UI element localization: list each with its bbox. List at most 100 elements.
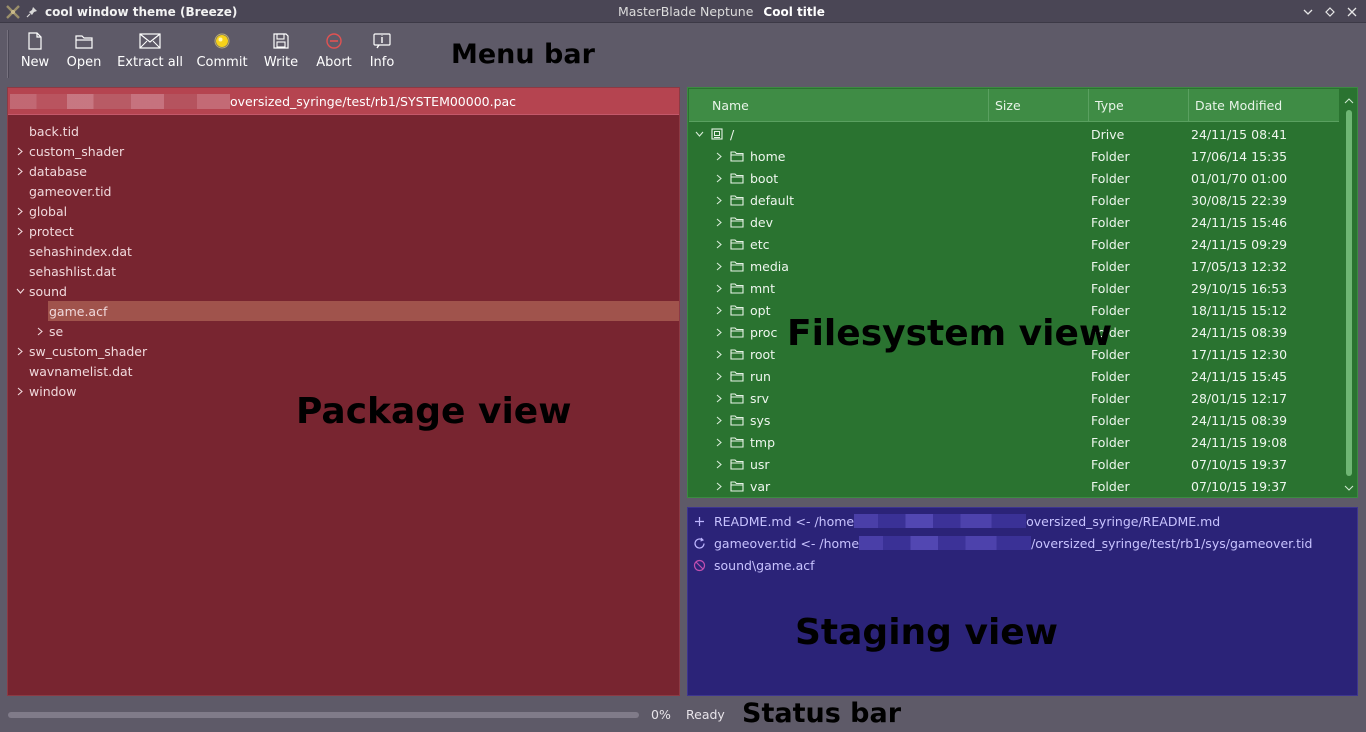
new-button[interactable]: New (20, 30, 50, 76)
chevron-right-icon[interactable] (714, 459, 724, 469)
fs-row[interactable]: boot Folder 01/01/70 01:00 (689, 167, 1339, 189)
folder-icon (730, 238, 744, 250)
scroll-up-icon[interactable] (1344, 92, 1354, 107)
staging-item-add[interactable]: README.md <- /home oversized_syringe/REA… (688, 510, 1357, 532)
pin-icon[interactable] (26, 6, 38, 18)
tree-item[interactable]: se (8, 321, 679, 341)
chevron-right-icon[interactable] (15, 386, 25, 396)
folder-open-icon (73, 30, 95, 52)
fs-row-type: Folder (1091, 192, 1130, 208)
tree-item[interactable]: gameover.tid (8, 181, 679, 201)
open-button[interactable]: Open (66, 30, 102, 76)
fs-row[interactable]: tmp Folder 24/11/15 19:08 (689, 431, 1339, 453)
chevron-right-icon[interactable] (35, 326, 45, 336)
folder-icon (730, 194, 744, 206)
chevron-right-icon[interactable] (15, 226, 25, 236)
fs-row-name: mnt (750, 280, 775, 296)
info-button[interactable]: Info (368, 30, 396, 76)
commit-button[interactable]: Commit (196, 30, 248, 76)
chevron-right-icon[interactable] (714, 283, 724, 293)
fs-row-type: Folder (1091, 456, 1130, 472)
fs-row-name: tmp (750, 434, 776, 450)
fs-row-name: boot (750, 170, 779, 186)
tree-item[interactable]: sw_custom_shader (8, 341, 679, 361)
scroll-down-icon[interactable] (1344, 479, 1354, 494)
tree-item-selected[interactable]: game.acf (8, 301, 679, 321)
toolbar-grip[interactable] (7, 30, 9, 78)
fs-row-name: root (750, 346, 776, 362)
close-button[interactable] (1346, 6, 1358, 18)
chevron-right-icon[interactable] (714, 261, 724, 271)
chevron-right-icon[interactable] (15, 166, 25, 176)
chevron-right-icon[interactable] (15, 146, 25, 156)
folder-icon (730, 458, 744, 470)
chevron-right-icon[interactable] (714, 173, 724, 183)
tree-item[interactable]: global (8, 201, 679, 221)
column-header-type[interactable]: Type (1089, 88, 1189, 122)
tree-item[interactable]: protect (8, 221, 679, 241)
column-header-name[interactable]: Name (689, 88, 989, 122)
fs-row[interactable]: etc Folder 24/11/15 09:29 (689, 233, 1339, 255)
extract-all-button[interactable]: Extract all (117, 30, 183, 76)
fs-row[interactable]: run Folder 24/11/15 15:45 (689, 365, 1339, 387)
app-icon[interactable] (6, 4, 20, 19)
column-header-size[interactable]: Size (989, 88, 1089, 122)
fs-row-date: 30/08/15 22:39 (1191, 192, 1288, 208)
tree-item[interactable]: custom_shader (8, 141, 679, 161)
fs-row-type: Folder (1091, 478, 1130, 494)
fs-row-type: Folder (1091, 412, 1130, 428)
window-title: cool window theme (Breeze) (45, 4, 238, 19)
scrollbar-thumb[interactable] (1346, 110, 1352, 476)
chevron-right-icon[interactable] (714, 371, 724, 381)
fs-row[interactable]: sys Folder 24/11/15 08:39 (689, 409, 1339, 431)
package-tree[interactable]: back.tid custom_shader database gameover… (8, 115, 679, 401)
fs-row[interactable]: var Folder 07/10/15 19:37 (689, 475, 1339, 497)
chevron-right-icon[interactable] (714, 393, 724, 403)
fs-row-name: dev (750, 214, 774, 230)
filesystem-view[interactable]: Name Size Type Date Modified / Drive 24/11… (687, 87, 1358, 498)
fs-row[interactable]: dev Folder 24/11/15 15:46 (689, 211, 1339, 233)
tree-item[interactable]: sound (8, 281, 679, 301)
chevron-right-icon[interactable] (15, 346, 25, 356)
tree-item[interactable]: database (8, 161, 679, 181)
fs-row[interactable]: usr Folder 07/10/15 19:37 (689, 453, 1339, 475)
fs-row-date: 24/11/15 08:41 (1191, 126, 1288, 142)
chevron-right-icon[interactable] (714, 327, 724, 337)
fs-row[interactable]: home Folder 17/06/14 15:35 (689, 145, 1339, 167)
chevron-right-icon[interactable] (714, 437, 724, 447)
fs-row[interactable]: mnt Folder 29/10/15 16:53 (689, 277, 1339, 299)
annotation-staging-view: Staging view (795, 612, 1058, 653)
fs-row[interactable]: / Drive 24/11/15 08:41 (689, 123, 1339, 145)
tree-item[interactable]: back.tid (8, 121, 679, 141)
chevron-right-icon[interactable] (714, 239, 724, 249)
minimize-button[interactable] (1302, 6, 1314, 18)
staging-item-delete[interactable]: sound\game.acf (688, 554, 1357, 576)
chevron-down-icon[interactable] (694, 129, 704, 139)
refresh-icon (693, 537, 706, 550)
chevron-right-icon[interactable] (714, 415, 724, 425)
fs-row-type: Folder (1091, 214, 1130, 230)
fs-scrollbar[interactable] (1343, 92, 1355, 494)
tree-item[interactable]: sehashindex.dat (8, 241, 679, 261)
fs-row[interactable]: srv Folder 28/01/15 12:17 (689, 387, 1339, 409)
fs-row[interactable]: default Folder 30/08/15 22:39 (689, 189, 1339, 211)
column-header-date[interactable]: Date Modified (1189, 89, 1339, 122)
chevron-down-icon[interactable] (15, 286, 25, 296)
folder-icon (730, 260, 744, 272)
annotation-status-bar: Status bar (742, 698, 902, 729)
tree-item[interactable]: sehashlist.dat (8, 261, 679, 281)
staging-view[interactable]: README.md <- /home oversized_syringe/REA… (687, 507, 1358, 696)
fs-row[interactable]: media Folder 17/05/13 12:32 (689, 255, 1339, 277)
write-button[interactable]: Write (263, 30, 299, 76)
chevron-right-icon[interactable] (714, 217, 724, 227)
tree-item[interactable]: wavnamelist.dat (8, 361, 679, 381)
chevron-right-icon[interactable] (714, 195, 724, 205)
chevron-right-icon[interactable] (15, 206, 25, 216)
chevron-right-icon[interactable] (714, 349, 724, 359)
chevron-right-icon[interactable] (714, 151, 724, 161)
chevron-right-icon[interactable] (714, 305, 724, 315)
staging-item-replace[interactable]: gameover.tid <- /home /oversized_syringe… (688, 532, 1357, 554)
abort-button[interactable]: Abort (315, 30, 353, 76)
maximize-button[interactable] (1324, 6, 1336, 18)
chevron-right-icon[interactable] (714, 481, 724, 491)
